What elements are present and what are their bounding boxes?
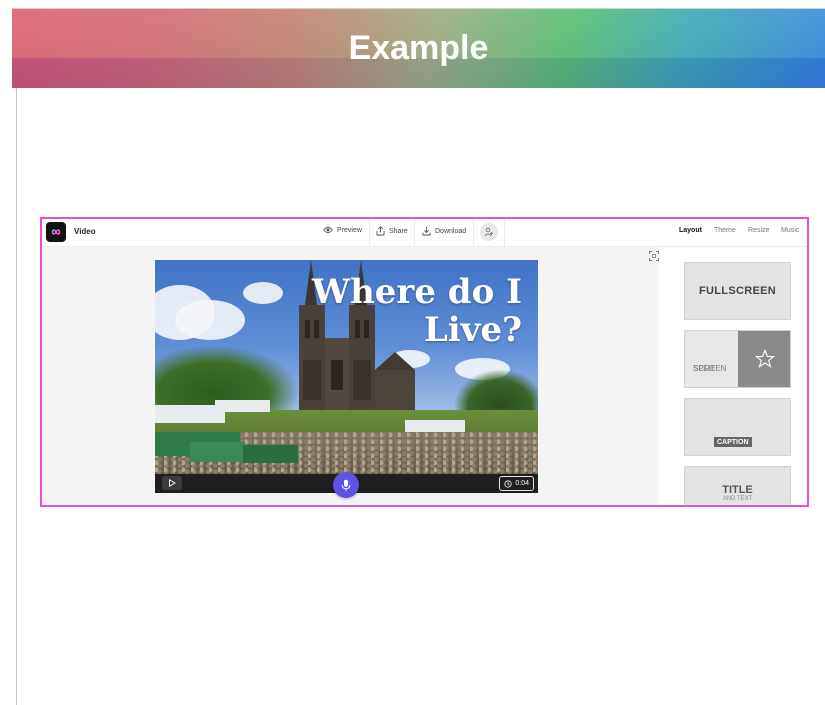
fullscreen-expand-icon[interactable] xyxy=(649,251,659,261)
app-screenshot-frame: Video Preview Share Download Layout Them… xyxy=(40,217,809,507)
banner-title: Example xyxy=(348,29,489,67)
toolbar-divider xyxy=(473,219,474,246)
layout-title-card[interactable]: TITLE AND TEXT xyxy=(684,466,791,505)
tab-theme[interactable]: Theme xyxy=(714,227,736,234)
toolbar-divider xyxy=(369,219,370,246)
split-left-pane: SPLIT SCREEN xyxy=(685,331,738,387)
toolbar-divider xyxy=(414,219,415,246)
preview-button[interactable]: Preview xyxy=(323,226,362,234)
fullscreen-label: FULLSCREEN xyxy=(699,285,776,297)
duration-badge: 0:04 xyxy=(499,476,534,491)
download-button[interactable]: Download xyxy=(422,226,466,236)
eye-icon xyxy=(323,227,333,233)
duration-text: 0:04 xyxy=(515,480,529,487)
tab-resize[interactable]: Resize xyxy=(748,227,769,234)
app-title: Video xyxy=(74,227,96,236)
example-banner: Example xyxy=(12,8,825,88)
tab-layout[interactable]: Layout xyxy=(679,227,702,234)
play-icon xyxy=(169,479,176,487)
layout-panel: FULLSCREEN SPLIT SCREEN CAPTION TITLE AN… xyxy=(659,247,807,505)
headline-line-2: Live? xyxy=(423,310,522,350)
top-toolbar: Video Preview Share Download Layout Them… xyxy=(42,219,807,247)
user-add-icon xyxy=(484,227,493,237)
caption-label: CAPTION xyxy=(714,437,752,447)
title-label: TITLE xyxy=(722,484,753,496)
clock-icon xyxy=(504,479,512,488)
layout-split-screen-card[interactable]: SPLIT SCREEN xyxy=(684,330,791,388)
record-voice-button[interactable] xyxy=(333,472,359,498)
share-button[interactable]: Share xyxy=(376,226,408,236)
cloud xyxy=(243,282,283,304)
download-label: Download xyxy=(435,227,467,235)
collaborator-avatar[interactable] xyxy=(480,223,498,241)
layout-caption-card[interactable]: CAPTION xyxy=(684,398,791,456)
tent xyxy=(215,400,270,412)
video-headline[interactable]: Where do I Live? xyxy=(312,273,522,349)
tab-music[interactable]: Music xyxy=(781,227,799,234)
video-canvas[interactable]: Where do I Live? 0:04 xyxy=(155,260,538,493)
green-tent xyxy=(190,442,245,462)
toolbar-divider xyxy=(504,219,505,246)
app-logo-icon[interactable] xyxy=(46,222,66,242)
green-tent xyxy=(243,445,298,463)
microphone-icon xyxy=(341,479,351,491)
left-rule xyxy=(16,86,17,705)
layout-fullscreen-card[interactable]: FULLSCREEN xyxy=(684,262,791,320)
share-icon xyxy=(376,226,385,236)
share-label: Share xyxy=(389,227,408,235)
headline-line-1: Where do I xyxy=(311,272,522,312)
download-icon xyxy=(422,226,431,236)
cloud xyxy=(175,300,245,340)
split-right-pane xyxy=(738,331,790,387)
title-sub-label: AND TEXT xyxy=(722,496,753,502)
preview-label: Preview xyxy=(337,226,362,234)
star-icon xyxy=(755,349,775,368)
split-label-line-2: SCREEN xyxy=(693,364,727,373)
play-button[interactable] xyxy=(162,476,182,490)
